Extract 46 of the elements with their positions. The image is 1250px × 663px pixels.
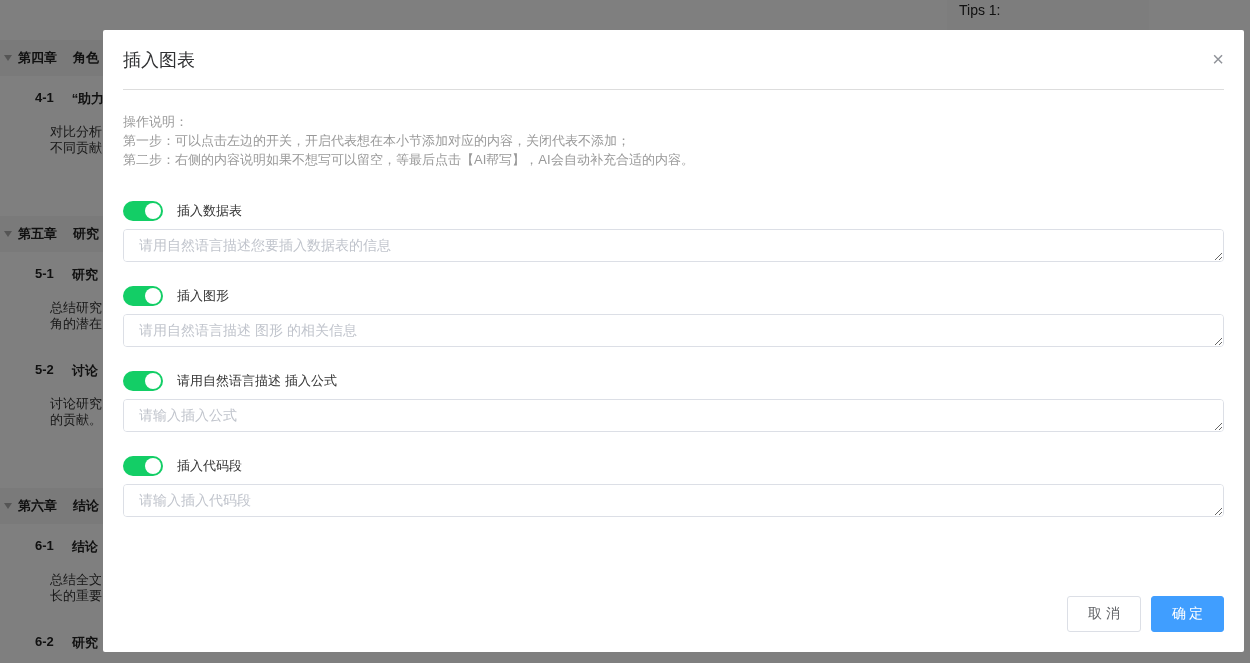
caret-icon[interactable] bbox=[4, 503, 12, 509]
chapter-number: 第五章 bbox=[18, 225, 57, 243]
dialog-title: 插入图表 bbox=[123, 48, 195, 72]
section-text: 长的重要 bbox=[50, 588, 102, 603]
instruction-text: 第二步：右侧的内容说明如果不想写可以留空，等最后点击【AI帮写】，AI会自动补充合适的内容。 bbox=[123, 152, 694, 167]
option-label: 插入图形 bbox=[177, 287, 229, 305]
section-number: 6-2 bbox=[35, 634, 54, 651]
section-title: 结论 bbox=[71, 538, 98, 556]
toggle-switch[interactable] bbox=[123, 201, 163, 221]
section-text: 总结研究 bbox=[50, 300, 102, 315]
instruction-text: 操作说明： bbox=[123, 114, 188, 129]
section-text: 讨论研究 bbox=[50, 396, 102, 411]
description-field[interactable]: 请输入插入公式 bbox=[123, 399, 1224, 432]
section-number: 4-1 bbox=[35, 90, 54, 107]
description-field[interactable]: 请用自然语言描述 图形 的相关信息 bbox=[123, 314, 1224, 347]
close-button[interactable]: × bbox=[1212, 48, 1224, 71]
caret-icon[interactable] bbox=[4, 55, 12, 61]
section-title: 研究 bbox=[71, 634, 98, 652]
caret-icon[interactable] bbox=[4, 231, 12, 237]
section-text: 不同贡献 bbox=[50, 140, 102, 155]
section-title: 研究 bbox=[71, 266, 98, 284]
section-title: “助力 bbox=[71, 90, 105, 108]
section-text: 对比分析 bbox=[50, 124, 102, 139]
tips-title: Tips 1: bbox=[959, 2, 1001, 18]
toggle-switch[interactable] bbox=[123, 286, 163, 306]
description-field[interactable]: 请输入插入代码段 bbox=[123, 484, 1224, 517]
confirm-button[interactable]: 确 定 bbox=[1151, 596, 1224, 632]
description-field[interactable]: 请用自然语言描述您要插入数据表的信息 bbox=[123, 229, 1224, 262]
chapter-number: 第六章 bbox=[18, 497, 57, 515]
section-text: 的贡献。 bbox=[50, 412, 102, 427]
option-label: 插入代码段 bbox=[177, 457, 242, 475]
option-label: 插入数据表 bbox=[177, 202, 242, 220]
section-number: 5-1 bbox=[35, 266, 54, 283]
option-label: 请用自然语言描述 插入公式 bbox=[177, 372, 337, 390]
chapter-number: 第四章 bbox=[18, 49, 57, 67]
section-number: 6-1 bbox=[35, 538, 54, 555]
toggle-switch[interactable] bbox=[123, 371, 163, 391]
toggle-switch[interactable] bbox=[123, 456, 163, 476]
cancel-button[interactable]: 取 消 bbox=[1067, 596, 1141, 632]
section-text: 角的潜在 bbox=[50, 316, 102, 331]
chapter-title: 结论 bbox=[73, 497, 99, 515]
chapter-title: 研究 bbox=[73, 225, 99, 243]
section-text: 总结全文 bbox=[50, 572, 102, 587]
section-number: 5-2 bbox=[35, 362, 54, 379]
section-title: 讨论 bbox=[71, 362, 98, 380]
chapter-title: 角色 bbox=[73, 49, 99, 67]
